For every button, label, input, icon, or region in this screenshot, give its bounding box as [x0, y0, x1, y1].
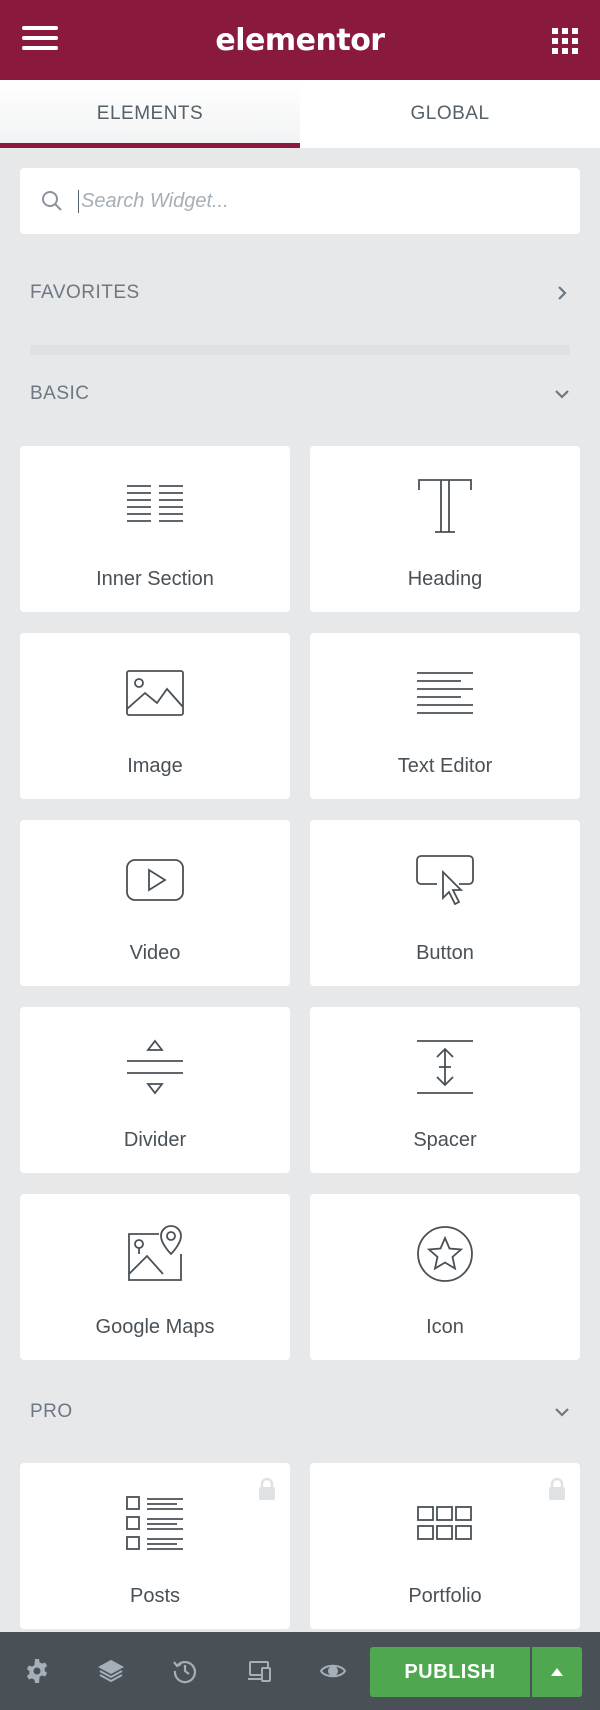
star-icon — [417, 1226, 473, 1282]
history-button[interactable] — [148, 1632, 222, 1710]
history-icon — [173, 1661, 196, 1684]
widget-button[interactable]: Button — [310, 820, 580, 986]
widget-label: Text Editor — [397, 755, 493, 777]
widget-text-editor[interactable]: Text Editor — [310, 633, 580, 799]
button-icon — [416, 855, 474, 906]
portfolio-icon — [417, 1506, 472, 1540]
tab-elements[interactable]: ELEMENTS — [0, 80, 300, 148]
publish-button[interactable]: PUBLISH — [370, 1647, 530, 1697]
widget-label: Button — [416, 942, 474, 964]
search-input[interactable] — [78, 189, 538, 213]
widget-heading[interactable]: Heading — [310, 446, 580, 612]
caret-up-icon — [551, 1668, 563, 1676]
widget-divider[interactable]: Divider — [20, 1007, 290, 1173]
chevron-right-icon — [558, 286, 567, 300]
preview-eye-icon — [320, 1664, 346, 1678]
settings-icon — [26, 1659, 48, 1683]
panel-footer: PUBLISH — [0, 1632, 600, 1710]
widget-label: Icon — [426, 1316, 464, 1338]
tab-global[interactable]: GLOBAL — [300, 80, 600, 148]
category-pro-label: PRO — [30, 1401, 73, 1422]
inner-section-icon — [127, 485, 183, 522]
widget-label: Video — [129, 942, 181, 964]
widget-label: Portfolio — [408, 1585, 482, 1607]
widget-image[interactable]: Image — [20, 633, 290, 799]
posts-icon — [126, 1496, 183, 1550]
preview-button[interactable] — [296, 1632, 370, 1710]
publish-options-button[interactable] — [532, 1647, 582, 1697]
responsive-mode-icon — [248, 1661, 271, 1682]
spacer-icon — [417, 1040, 473, 1094]
search-icon — [42, 191, 62, 211]
chevron-down-icon — [555, 1408, 569, 1417]
chevron-down-icon — [555, 390, 569, 399]
navigator-button[interactable] — [74, 1632, 148, 1710]
widget-label: Posts — [129, 1585, 181, 1607]
category-favorites-label: FAVORITES — [30, 282, 140, 303]
widget-inner-section[interactable]: Inner Section — [20, 446, 290, 612]
widget-spacer[interactable]: Spacer — [310, 1007, 580, 1173]
google-maps-icon — [128, 1225, 182, 1281]
category-basic-label: BASIC — [30, 383, 90, 404]
elementor-logo: elementor — [215, 22, 385, 58]
category-basic[interactable]: BASIC — [30, 379, 570, 409]
widget-label: Spacer — [413, 1129, 477, 1151]
image-icon — [126, 670, 184, 716]
video-icon — [126, 859, 184, 901]
widget-label: Image — [127, 755, 183, 777]
category-separator — [30, 345, 570, 355]
widget-label: Heading — [407, 568, 483, 590]
navigator-layers-icon — [98, 1659, 124, 1683]
search-box — [20, 168, 580, 234]
widget-portfolio[interactable]: Portfolio — [310, 1463, 580, 1629]
widget-icon[interactable]: Icon — [310, 1194, 580, 1360]
widget-video[interactable]: Video — [20, 820, 290, 986]
widget-label: Divider — [123, 1129, 187, 1151]
heading-icon — [418, 479, 472, 533]
settings-button[interactable] — [0, 1632, 74, 1710]
hamburger-menu-icon[interactable] — [22, 26, 58, 54]
grid-apps-icon[interactable] — [552, 28, 578, 54]
widget-google-maps[interactable]: Google Maps — [20, 1194, 290, 1360]
widget-posts[interactable]: Posts — [20, 1463, 290, 1629]
panel-tabs: ELEMENTS GLOBAL — [0, 80, 600, 148]
category-pro[interactable]: PRO — [30, 1397, 570, 1427]
responsive-mode-button[interactable] — [222, 1632, 296, 1710]
widget-label: Inner Section — [96, 568, 214, 590]
text-editor-icon — [417, 672, 473, 714]
widget-label: Google Maps — [95, 1316, 215, 1338]
panel-header: elementor — [0, 0, 600, 80]
divider-icon — [127, 1039, 183, 1095]
category-favorites[interactable]: FAVORITES — [30, 278, 570, 308]
